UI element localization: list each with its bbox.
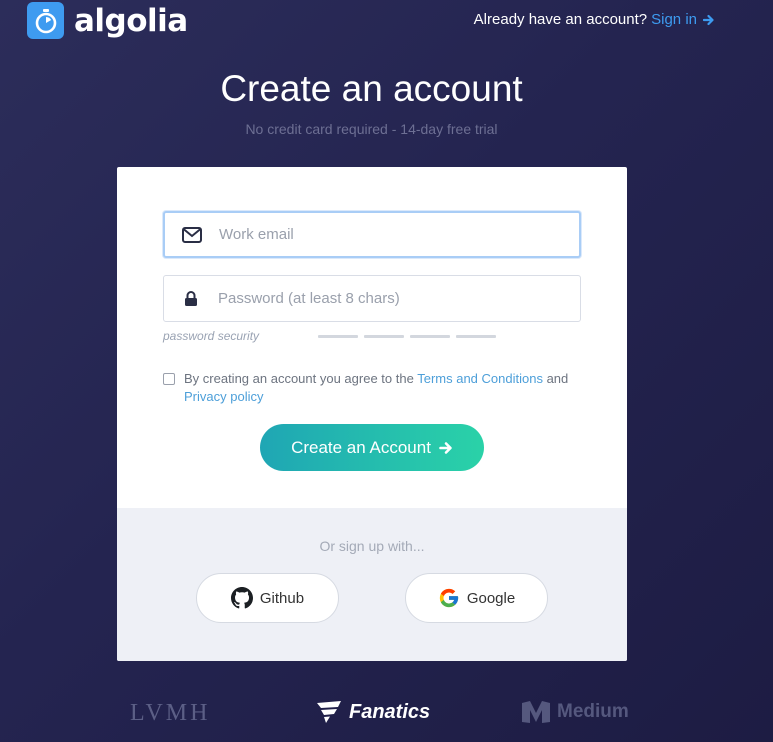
fanatics-flag-icon: [317, 701, 341, 723]
social-signup-prompt: Or sign up with...: [319, 538, 425, 554]
arrow-right-icon: [439, 441, 452, 454]
privacy-link[interactable]: Privacy policy: [184, 389, 263, 404]
github-icon: [230, 587, 253, 609]
github-label: Github: [259, 589, 305, 607]
lock-icon: [164, 290, 218, 307]
signin-prompt: Already have an account? Sign in: [474, 11, 715, 28]
page-subtitle: No credit card required - 14-day free tr…: [245, 121, 498, 137]
password-strength-meter: [318, 335, 496, 338]
fanatics-logo: Fanatics: [315, 700, 430, 724]
google-signup-button[interactable]: Google: [405, 573, 548, 623]
password-security-label: password security: [163, 329, 260, 343]
google-label: Google: [466, 589, 516, 607]
terms-link[interactable]: Terms and Conditions: [417, 371, 543, 386]
algolia-logo[interactable]: algolia: [27, 2, 188, 39]
google-icon: [439, 588, 458, 608]
strength-bar: [364, 335, 404, 338]
signup-card: password security By creating an account…: [117, 167, 627, 661]
stopwatch-icon: [27, 2, 64, 39]
signin-prompt-text: Already have an account?: [473, 11, 648, 28]
terms-text: By creating an account you agree to the …: [184, 370, 583, 406]
logo-text: algolia: [74, 2, 188, 39]
email-field: [163, 211, 581, 258]
lvmh-logo: LVMH: [130, 700, 210, 727]
password-field: [163, 275, 581, 322]
github-signup-button[interactable]: Github: [196, 573, 339, 623]
signin-link-label: Sign in: [651, 11, 697, 28]
terms-prefix: By creating an account you agree to the: [184, 371, 414, 386]
email-input[interactable]: [219, 226, 559, 243]
terms-checkbox[interactable]: [163, 373, 175, 385]
strength-bar: [456, 335, 496, 338]
fanatics-logo-text: Fanatics: [349, 700, 431, 723]
signin-link[interactable]: Sign in: [651, 11, 715, 28]
medium-m-icon: [522, 701, 550, 723]
terms-and: and: [546, 371, 569, 386]
social-signup-section: Or sign up with... Github Google: [117, 508, 627, 661]
arrow-right-icon: [703, 14, 714, 25]
password-input[interactable]: [218, 290, 558, 307]
medium-logo: Medium: [521, 700, 629, 724]
strength-bar: [410, 335, 450, 338]
customer-logos: LVMH Fanatics Medium: [0, 700, 773, 730]
medium-logo-text: Medium: [557, 701, 629, 722]
strength-bar: [318, 335, 358, 338]
page-title: Create an account: [220, 68, 523, 109]
terms-agreement: By creating an account you agree to the …: [163, 370, 583, 406]
lvmh-logo-text: LVMH: [130, 700, 211, 726]
envelope-icon: [165, 226, 219, 243]
create-account-label: Create an Account: [291, 437, 431, 457]
create-account-button[interactable]: Create an Account: [260, 424, 484, 471]
